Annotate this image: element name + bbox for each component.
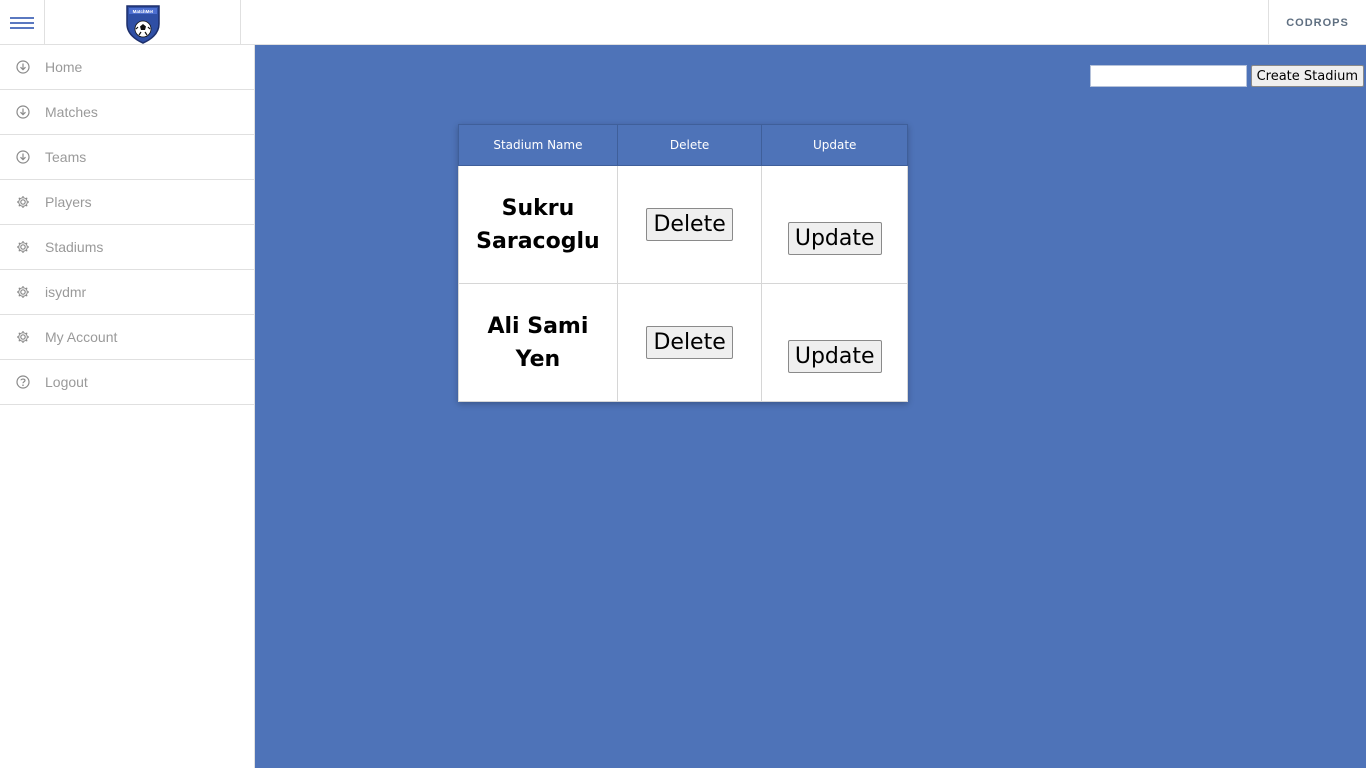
stadium-name-cell: Ali Sami Yen (458, 283, 618, 402)
sidebar-item-my-account[interactable]: My Account (0, 315, 254, 360)
sidebar-item-label: My Account (45, 329, 118, 345)
sidebar-item-players[interactable]: Players (0, 180, 254, 225)
stadiums-table: Stadium Name Delete Update Sukru Saracog… (458, 124, 908, 402)
download-circle-icon (0, 60, 45, 74)
table-header-row: Stadium Name Delete Update (458, 124, 908, 166)
help-circle-icon (0, 375, 45, 389)
sidebar-item-username[interactable]: isydmr (0, 270, 254, 315)
sidebar-item-label: Matches (45, 104, 98, 120)
sidebar-item-label: isydmr (45, 284, 87, 300)
update-button[interactable]: Update (787, 222, 882, 255)
sidebar-item-teams[interactable]: Teams (0, 135, 254, 180)
column-header-delete: Delete (616, 124, 763, 166)
download-circle-icon (0, 105, 45, 119)
download-circle-icon (0, 150, 45, 164)
delete-cell: Delete (616, 283, 763, 402)
update-cell: Update (761, 283, 908, 402)
stadium-name-input[interactable] (1089, 65, 1247, 87)
top-header: MatchMe! CODROPS (0, 0, 1366, 45)
main-content: Create Stadium Stadium Name Delete Updat… (255, 45, 1366, 768)
matchme-logo: MatchMe! (125, 4, 160, 44)
column-header-stadium-name: Stadium Name (458, 124, 618, 166)
gear-icon (0, 330, 45, 344)
delete-cell: Delete (616, 165, 763, 284)
svg-text:MatchMe!: MatchMe! (132, 9, 153, 14)
column-header-update: Update (761, 124, 908, 166)
gear-icon (0, 240, 45, 254)
sidebar-item-stadiums[interactable]: Stadiums (0, 225, 254, 270)
sidebar-item-label: Players (45, 194, 92, 210)
sidebar-item-matches[interactable]: Matches (0, 90, 254, 135)
sidebar-item-label: Teams (45, 149, 87, 165)
sidebar-item-label: Stadiums (45, 239, 104, 255)
create-stadium-button[interactable]: Create Stadium (1250, 65, 1364, 87)
gear-icon (0, 285, 45, 299)
stadium-name-cell: Sukru Saracoglu (458, 165, 618, 284)
update-cell: Update (761, 165, 908, 284)
create-stadium-form: Create Stadium (1089, 65, 1364, 87)
delete-button[interactable]: Delete (646, 208, 733, 241)
menu-toggle-button[interactable] (0, 0, 45, 45)
stadiums-table-container: Stadium Name Delete Update Sukru Saracog… (458, 124, 908, 402)
table-row: Sukru Saracoglu Delete Update (458, 165, 908, 284)
sidebar-item-logout[interactable]: Logout (0, 360, 254, 405)
table-row: Ali Sami Yen Delete Update (458, 283, 908, 402)
gear-icon (0, 195, 45, 209)
delete-button[interactable]: Delete (646, 326, 733, 359)
codrops-link[interactable]: CODROPS (1268, 0, 1366, 45)
update-button[interactable]: Update (787, 340, 882, 373)
sidebar-item-home[interactable]: Home (0, 45, 254, 90)
sidebar-item-label: Logout (45, 374, 88, 390)
logo-container[interactable]: MatchMe! (45, 0, 241, 45)
sidebar: Home Matches Teams Players Stadiums isyd… (0, 45, 255, 768)
sidebar-item-label: Home (45, 59, 83, 75)
hamburger-icon (10, 16, 34, 29)
